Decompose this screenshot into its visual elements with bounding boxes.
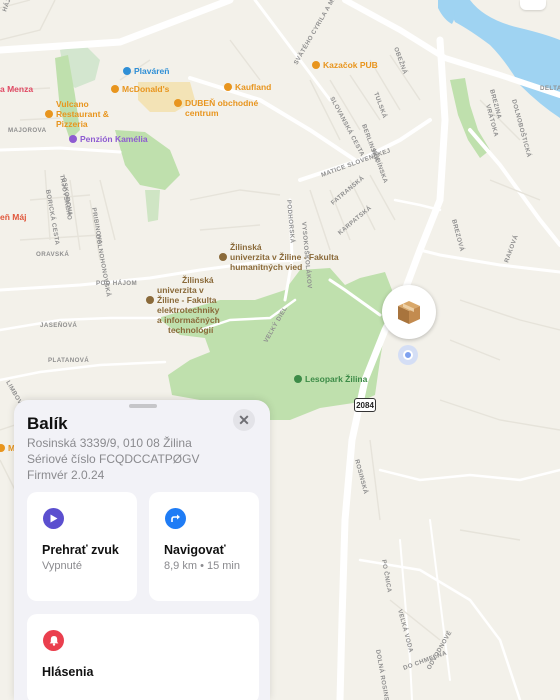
- map-poi-dot[interactable]: [146, 296, 154, 304]
- device-location-marker[interactable]: [382, 285, 436, 339]
- map-poi-dot[interactable]: [69, 135, 77, 143]
- notifications-card[interactable]: Hlásenia: [27, 614, 259, 700]
- location-dot: [398, 345, 418, 365]
- bell-icon: [43, 630, 64, 651]
- play-sound-label: Prehrať zvuk: [42, 543, 119, 557]
- map-poi-dot[interactable]: [294, 375, 302, 383]
- map-poi-dot[interactable]: [174, 99, 182, 107]
- map-poi-label[interactable]: Lesopark Žilina: [305, 373, 368, 384]
- map-poi-dot[interactable]: [224, 83, 232, 91]
- play-icon: [43, 508, 64, 529]
- notifications-label: Hlásenia: [42, 665, 94, 679]
- directions-arrow-icon: [165, 508, 186, 529]
- map-poi-label[interactable]: technológií: [168, 325, 214, 335]
- street-label: DELTA VODNA: [540, 85, 560, 92]
- item-address: Rosinská 3339/9, 010 08 Žilina: [27, 436, 192, 450]
- map-poi-label[interactable]: elektrotechniky: [157, 305, 220, 315]
- map-poi-label[interactable]: Žilinská: [230, 241, 262, 252]
- navigate-distance: 8,9 km • 15 min: [164, 560, 240, 572]
- map-poi-label[interactable]: Kaufland: [235, 82, 271, 92]
- map-poi-label[interactable]: Žilinská: [182, 274, 214, 285]
- compass-button[interactable]: [520, 0, 546, 10]
- map-poi-dot[interactable]: [111, 85, 119, 93]
- sheet-grabber[interactable]: [129, 404, 157, 408]
- map-poi-label[interactable]: a informačných: [157, 315, 220, 325]
- map-poi-dot[interactable]: [312, 61, 320, 69]
- map-poi-label[interactable]: univerzita v Žiline - Fakulta: [230, 251, 339, 262]
- map-poi-label[interactable]: Žiline - Fakulta: [157, 294, 217, 305]
- map-poi-label[interactable]: Restaurant &: [56, 109, 109, 119]
- package-box-icon: [398, 301, 420, 324]
- street-label: ORAVSKÁ: [36, 251, 69, 258]
- map-poi-dot[interactable]: [219, 253, 227, 261]
- map-poi-label[interactable]: a Menza: [0, 84, 33, 94]
- street-label: MAJOROVA: [8, 127, 47, 134]
- map-poi-label[interactable]: Kazačok PUB: [323, 60, 378, 70]
- play-sound-button[interactable]: Prehrať zvuk Vypnuté: [27, 492, 137, 601]
- road-number-badge: 2084: [354, 398, 376, 412]
- map-poi-label[interactable]: centrum: [185, 108, 219, 118]
- item-detail-sheet[interactable]: ✕ Balík Rosinská 3339/9, 010 08 Žilina S…: [14, 400, 270, 700]
- close-icon[interactable]: ✕: [233, 409, 255, 431]
- map-poi-label[interactable]: McDonald's: [122, 84, 170, 94]
- map-poi-label[interactable]: Penzión Kamélia: [80, 134, 148, 144]
- street-label: PLATANOVÁ: [48, 357, 89, 364]
- map-poi-dot[interactable]: [123, 67, 131, 75]
- play-sound-status: Vypnuté: [42, 560, 82, 572]
- item-serial: Sériové číslo FCQDCCATPØGV: [27, 452, 200, 466]
- street-label: JASEŇOVÁ: [40, 321, 77, 329]
- item-title: Balík: [27, 414, 68, 433]
- item-firmware: Firmvér 2.0.24: [27, 468, 105, 482]
- map-poi-label[interactable]: eň Máj: [0, 212, 26, 222]
- navigate-button[interactable]: Navigovať 8,9 km • 15 min: [149, 492, 259, 601]
- map-poi-label[interactable]: Plaváreň: [134, 66, 169, 76]
- map-poi-label[interactable]: humanitných vied: [230, 262, 302, 272]
- map-poi-dot[interactable]: [45, 110, 53, 118]
- map-poi-label[interactable]: Vulcano: [56, 99, 89, 109]
- map-poi-label[interactable]: univerzita v: [157, 285, 204, 295]
- navigate-label: Navigovať: [164, 543, 226, 557]
- map-poi-label[interactable]: DUBEŇ obchodné: [185, 97, 258, 108]
- map-poi-label[interactable]: Pizzeria: [56, 119, 88, 129]
